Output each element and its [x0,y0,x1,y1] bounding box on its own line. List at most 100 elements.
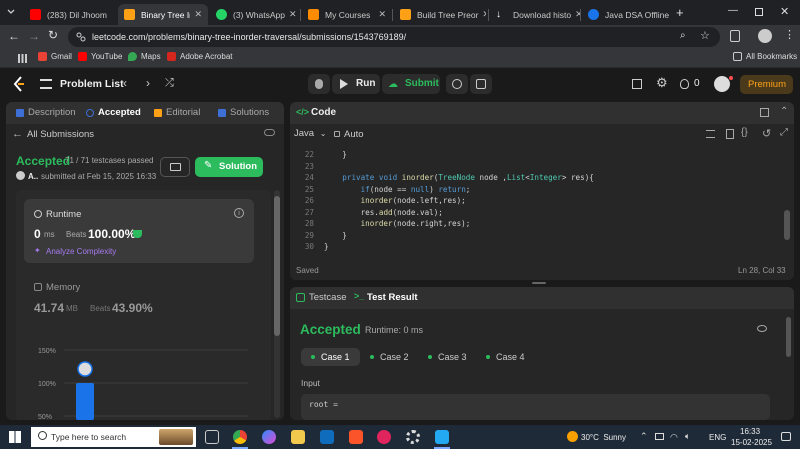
share-link-icon[interactable] [264,129,275,136]
bookmark-maps[interactable]: Maps [128,52,161,61]
app-icon[interactable] [377,430,391,444]
back-icon[interactable]: ← [8,29,20,43]
tab-solutions[interactable]: Solutions [218,107,269,118]
outlook-icon[interactable] [320,430,334,444]
next-problem-icon[interactable]: › [146,76,150,90]
tab-editorial[interactable]: Editorial [154,107,200,118]
test-scrollbar[interactable] [786,317,791,357]
browser-tab-java[interactable]: Java DSA Offline ✕ [582,4,674,25]
code-lines[interactable]: 22 } 23 24 private void inorder(TreeNode n… [290,149,785,257]
bookmark-acrobat[interactable]: Adobe Acrobat [167,52,232,61]
close-window-icon[interactable]: ✕ [780,5,789,18]
code-line[interactable]: 28 inorder(node.right,res); [290,218,785,230]
code-line[interactable]: 24 private void inorder(TreeNode node ,L… [290,172,785,184]
new-tab-icon[interactable]: + [676,5,684,20]
browser-tab-buildtree[interactable]: Build Tree Preor ✕ [394,4,486,25]
forward-icon[interactable]: → [28,29,40,43]
streak-fire-icon[interactable] [680,79,689,89]
code-line[interactable]: 26 inorder(node.left,res); [290,195,785,207]
apps-grid-icon[interactable] [18,54,27,63]
info-icon[interactable]: i [234,208,244,218]
restore-icon[interactable] [755,8,763,16]
site-info-icon[interactable] [76,32,86,42]
all-bookmarks[interactable]: All Bookmarks [733,52,797,61]
run-button[interactable]: Run [332,74,380,94]
bookmark-icon[interactable] [726,129,734,139]
close-tab-icon[interactable]: ✕ [374,9,386,20]
code-line[interactable]: 29 } [290,230,785,242]
eye-icon[interactable] [757,325,767,332]
runtime-card[interactable]: Runtime i 0 ms Beats 100.00% ✦ Analyze C… [24,199,254,263]
settings-icon[interactable] [406,430,420,444]
debug-button[interactable] [308,74,330,94]
close-tab-icon[interactable]: ✕ [190,9,202,20]
code-line[interactable]: 23 [290,161,785,173]
auto-mode[interactable]: Auto [344,129,364,140]
profile-avatar[interactable] [758,29,772,43]
brave-icon[interactable] [349,430,363,444]
case-3-tab[interactable]: Case 3 [418,348,477,366]
code-line[interactable]: 27 res.add(node.val); [290,207,785,219]
close-tab-icon[interactable]: ✕ [571,9,580,20]
scroll-thumb[interactable] [274,196,280,336]
tab-search-icon[interactable] [6,7,16,17]
minimize-icon[interactable]: — [728,5,738,16]
bookmark-star-icon[interactable]: ☆ [700,29,710,42]
collapse-icon[interactable]: ⌃ [780,106,788,117]
notifications-icon[interactable] [781,432,791,441]
notes-button[interactable] [470,74,492,94]
submit-button[interactable]: ☁ Submit [382,74,440,94]
chrome-icon[interactable] [233,430,247,444]
network-icon[interactable] [655,433,664,440]
address-bar[interactable]: leetcode.com/problems/binary-tree-inorde… [68,27,720,47]
clock-date[interactable]: 15-02-2025 [731,438,772,447]
format-icon[interactable] [706,130,715,138]
language-select[interactable]: Java ⌄ [294,128,326,139]
tab-accepted[interactable]: Accepted [86,107,141,118]
notes-toggle-button[interactable] [160,157,190,177]
taskbar-search[interactable]: Type here to search [31,427,196,447]
left-scrollbar[interactable] [274,190,280,418]
tray-chevron-icon[interactable]: ⌃ [640,431,648,442]
tab-test-result[interactable]: Test Result [367,292,418,303]
user-avatar[interactable] [714,76,730,92]
wifi-icon[interactable]: ◠ [670,432,678,443]
braces-icon[interactable]: {} [741,127,748,138]
code-line[interactable]: 25 if(node == null) return; [290,184,785,196]
browser-tab-whatsapp[interactable]: (3) WhatsApp ✕ [210,4,298,25]
clock-time[interactable]: 16:33 [740,427,760,436]
maximize-icon[interactable] [760,108,769,117]
task-view-icon[interactable] [205,430,219,444]
all-submissions-link[interactable]: All Submissions [27,129,94,140]
vscode-icon[interactable] [435,430,449,444]
prev-problem-icon[interactable]: ‹ [123,76,127,90]
tab-testcase[interactable]: Testcase [309,292,347,303]
settings-gear-icon[interactable]: ⚙ [656,75,668,91]
bookmark-gmail[interactable]: Gmail [38,52,72,61]
layout-grid-icon[interactable] [632,79,642,89]
input-box[interactable]: root = [301,394,770,420]
language-indicator[interactable]: ENG [709,433,726,442]
weather-text[interactable]: 30°C Sunny [581,433,626,442]
bookmark-youtube[interactable]: YouTube [78,52,122,61]
browser-tab-download[interactable]: ↓ Download histo ✕ [490,4,580,25]
problem-list-link[interactable]: Problem List [60,78,124,90]
windows-start-icon[interactable] [9,431,21,443]
reset-icon[interactable]: ↺ [762,127,771,140]
copilot-icon[interactable] [262,430,276,444]
browser-tab-leetcode[interactable]: Binary Tree Inor ✕ [118,4,208,25]
case-4-tab[interactable]: Case 4 [476,348,535,366]
username[interactable]: A.. [28,172,38,181]
tab-description[interactable]: Description [16,107,76,118]
premium-button[interactable]: Premium [740,75,793,94]
zoom-icon[interactable]: ⌕ [680,30,686,41]
leetcode-logo-icon[interactable] [12,76,26,92]
case-1-tab[interactable]: Case 1 [301,348,360,366]
analyze-complexity-link[interactable]: Analyze Complexity [46,247,116,256]
code-line[interactable]: 30} [290,241,785,253]
shuffle-icon[interactable]: ⤮ [165,77,174,90]
panel-resize-handle[interactable] [532,282,546,284]
close-tab-icon[interactable]: ✕ [478,9,486,20]
close-tab-icon[interactable]: ✕ [285,9,297,20]
case-2-tab[interactable]: Case 2 [360,348,419,366]
